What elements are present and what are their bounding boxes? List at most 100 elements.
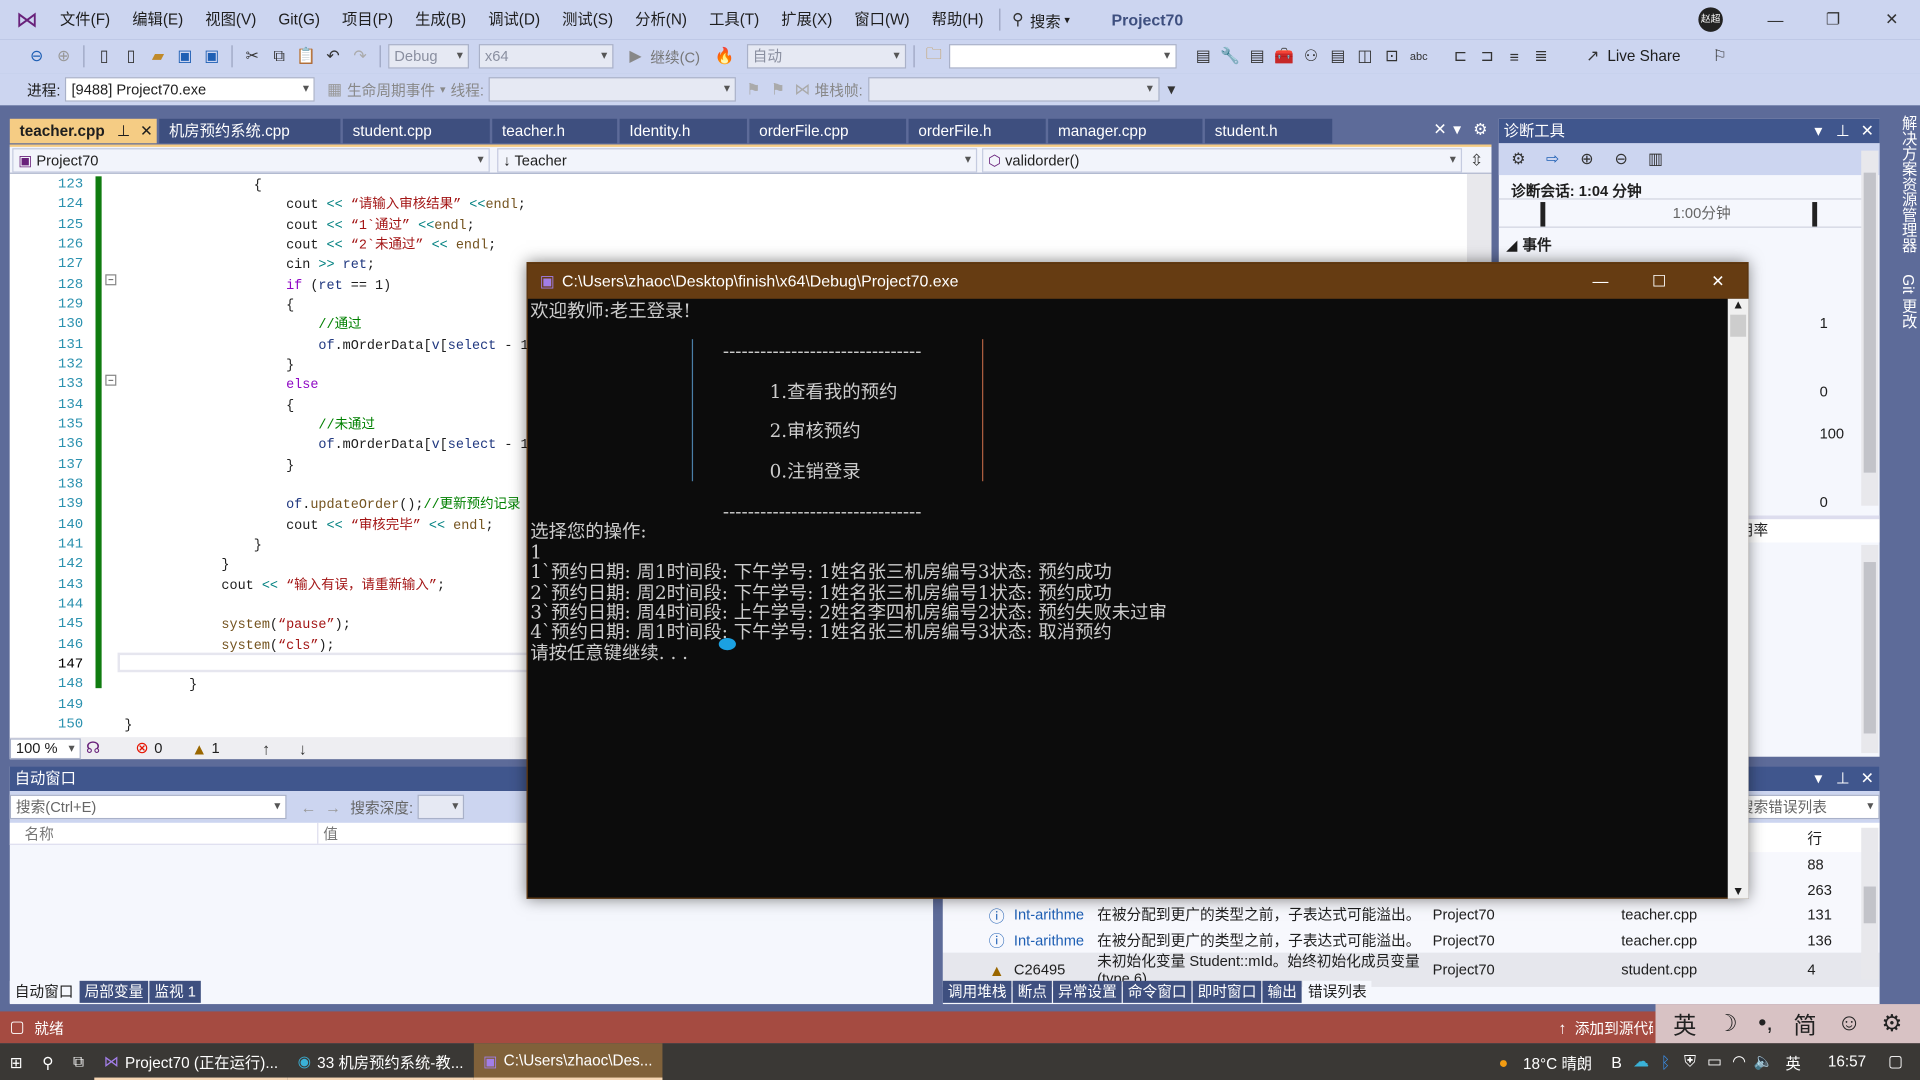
error-panel-tab[interactable]: 调用堆栈 — [942, 980, 1012, 1003]
pin-icon[interactable]: ⊥ — [1831, 119, 1855, 143]
live-share-icon[interactable]: ↗ — [1580, 44, 1604, 68]
onedrive-icon[interactable]: ☁ — [1629, 1049, 1653, 1073]
thread-select[interactable] — [488, 77, 737, 102]
code-line[interactable]: system(“pause”); — [116, 616, 350, 636]
filter-icon[interactable]: ⋈ — [790, 77, 814, 101]
tab-file[interactable]: orderFile.h — [908, 118, 1046, 144]
search-icon[interactable]: ⚲ — [32, 1043, 63, 1080]
menu-item[interactable]: 编辑(E) — [121, 0, 194, 39]
member-scope-select[interactable]: ⬡ validorder() — [982, 148, 1463, 173]
menu-item[interactable]: 生成(B) — [404, 0, 477, 39]
forward-icon[interactable]: → — [321, 795, 345, 819]
diag-scrollbar[interactable] — [1861, 150, 1879, 506]
platform-select[interactable]: x64 — [478, 44, 614, 69]
dropdown-icon[interactable]: ▾ — [1806, 119, 1830, 143]
minimize-icon[interactable]: — — [1588, 269, 1612, 293]
input-language[interactable]: 英 — [1786, 1050, 1801, 1073]
tab-file[interactable]: teacher.cpp ⊥ ✕ — [9, 118, 157, 144]
code-line[interactable]: if (ret == 1) — [116, 276, 391, 296]
find-in-files-icon[interactable]: 🗀 — [922, 44, 946, 68]
export-icon[interactable]: ⇨ — [1540, 147, 1564, 171]
volume-icon[interactable]: 🔈 — [1751, 1049, 1775, 1073]
action-center-icon[interactable]: ▢ — [1883, 1049, 1907, 1073]
search-depth-select[interactable] — [417, 794, 465, 820]
avatar[interactable]: 赵超 — [1698, 7, 1723, 32]
toolbar-tool-icon[interactable]: ▤ — [1191, 44, 1215, 68]
dropdown-icon[interactable]: ▾ — [1806, 767, 1830, 791]
autos-tab[interactable]: 局部变量 — [79, 980, 149, 1003]
code-line[interactable]: } — [116, 456, 294, 476]
search-button[interactable]: 搜索 — [1030, 8, 1061, 31]
tab-file[interactable]: student.cpp — [342, 118, 490, 144]
notification-icon[interactable]: ▢ — [5, 1015, 29, 1039]
terminal-icon[interactable]: ⊡ — [1380, 44, 1404, 68]
menu-item[interactable]: 窗口(W) — [843, 0, 920, 39]
forward-icon[interactable]: ⊕ — [51, 44, 75, 68]
class-scope-select[interactable]: ↓ Teacher — [497, 148, 978, 173]
menu-item[interactable]: 分析(N) — [624, 0, 698, 39]
toolbar-tool-icon[interactable]: ◫ — [1353, 44, 1377, 68]
code-line[interactable]: { — [116, 296, 294, 316]
menu-item[interactable]: 帮助(H) — [921, 0, 995, 39]
code-line[interactable]: //未通过 — [116, 416, 375, 436]
code-line[interactable]: cout << “审核完毕” << endl; — [116, 516, 494, 536]
lifecycle-events-button[interactable]: 生命周期事件 — [347, 79, 435, 100]
error-panel-tab[interactable]: 输出 — [1262, 980, 1302, 1003]
ime-button[interactable]: ⚙ — [1881, 1010, 1902, 1038]
menu-item[interactable]: 扩展(X) — [770, 0, 843, 39]
menu-item[interactable]: 测试(S) — [551, 0, 624, 39]
minimize-icon[interactable]: — — [1763, 7, 1787, 31]
zoom-in-icon[interactable]: ⊕ — [1575, 147, 1599, 171]
toolbar-tool-icon[interactable]: ⊏ — [1448, 44, 1472, 68]
new-project-icon[interactable]: ▯ — [92, 44, 116, 68]
open-icon[interactable]: ▰ — [146, 44, 170, 68]
code-line[interactable]: of.updateOrder();//更新预约记录 — [116, 496, 520, 516]
start-button[interactable]: ⊞ — [0, 1043, 32, 1080]
intellicode-icon[interactable]: ☊ — [81, 736, 105, 760]
next-issue-icon[interactable]: ↓ — [291, 736, 315, 760]
menu-item[interactable]: 调试(D) — [477, 0, 551, 39]
tab-settings-icon[interactable]: ⚙ — [1468, 118, 1492, 142]
timeline[interactable]: 1:00分钟 — [1498, 198, 1867, 228]
ime-button[interactable]: •, — [1758, 1010, 1773, 1037]
project-scope-select[interactable]: ▣ Project70 — [12, 148, 490, 173]
diag-scrollbar[interactable] — [1861, 544, 1879, 754]
error-icon[interactable]: ⊗ — [130, 736, 154, 760]
git-changes-tab[interactable]: Git 更改 — [1892, 269, 1920, 333]
code-line[interactable]: system(“cls”); — [116, 636, 334, 656]
back-icon[interactable]: ⊖ — [24, 44, 48, 68]
column-line[interactable]: 行 — [1807, 827, 1822, 848]
solution-explorer-tab[interactable]: 解决方案资源管理器 — [1892, 110, 1920, 258]
maximize-icon[interactable]: ❐ — [1821, 7, 1845, 31]
battery-icon[interactable]: ▭ — [1702, 1049, 1726, 1073]
copy-icon[interactable]: ⧉ — [267, 44, 291, 68]
cut-icon[interactable]: ✂ — [240, 44, 264, 68]
settings-icon[interactable]: ⚙ — [1506, 147, 1530, 171]
code-line[interactable]: cout << “请输入审核结果” <<endl; — [116, 196, 526, 216]
back-icon[interactable]: ← — [296, 795, 320, 819]
autos-tab[interactable]: 自动窗口 — [9, 980, 79, 1003]
error-search-input[interactable]: 搜索错误列表 — [1732, 794, 1880, 820]
undo-icon[interactable]: ↶ — [321, 44, 345, 68]
weather-text[interactable]: 18°C 晴朗 — [1523, 1050, 1592, 1073]
find-combo[interactable] — [948, 44, 1177, 69]
error-row[interactable]: ⓘ Int-arithme 在被分配到更广的类型之前，子表达式可能溢出。 Projec… — [942, 902, 1880, 928]
autos-tab[interactable]: 监视 1 — [149, 980, 201, 1003]
collapse-icon[interactable]: − — [105, 274, 117, 286]
weather-icon[interactable]: ● — [1491, 1049, 1515, 1073]
code-line[interactable]: } — [116, 356, 294, 376]
error-panel-tab[interactable]: 命令窗口 — [1122, 980, 1192, 1003]
collapse-icon[interactable]: − — [105, 374, 117, 386]
code-line[interactable]: cout << “2`未通过” << endl; — [116, 236, 496, 256]
code-line[interactable]: } — [116, 556, 229, 576]
taskbar-app-vs[interactable]: ⋈ Project70 (正在运行)... — [93, 1043, 288, 1080]
close-icon[interactable]: ✕ — [1855, 119, 1879, 143]
redo-icon[interactable]: ↷ — [348, 44, 372, 68]
tray-icon[interactable]: B — [1604, 1049, 1628, 1073]
live-share-button[interactable]: Live Share — [1607, 48, 1680, 65]
tab-file[interactable]: Identity.h — [619, 118, 747, 144]
menu-item[interactable]: 视图(V) — [194, 0, 267, 39]
code-line[interactable]: { — [116, 396, 294, 416]
team-icon[interactable]: ⚇ — [1299, 44, 1323, 68]
error-scrollbar[interactable] — [1861, 827, 1879, 980]
